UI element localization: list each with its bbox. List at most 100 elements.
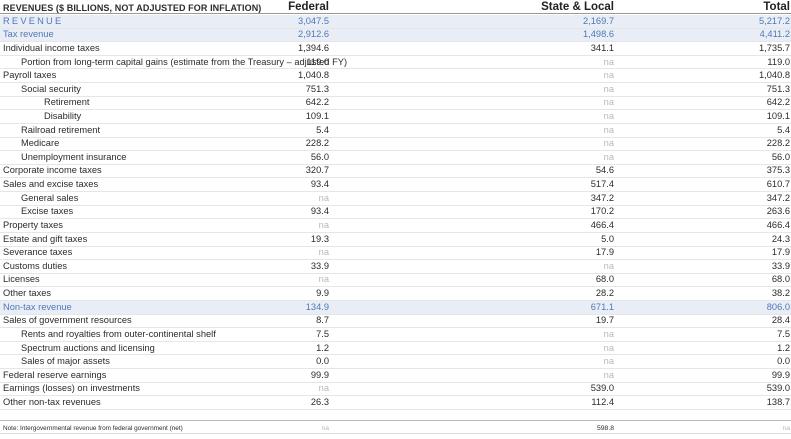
table-row: Rents and royalties from outer-continent… (0, 328, 791, 342)
state-local-cell: na (603, 328, 614, 339)
table-row: Unemployment insurance 56.0 na 56.0 (0, 151, 791, 165)
state-local-cell: 112.4 (591, 397, 614, 407)
federal-cell: 1,040.8 (297, 70, 329, 81)
total-cell: 0.0 (777, 356, 790, 367)
row-label: Estate and gift taxes (3, 233, 88, 244)
table-row: Non-tax revenue 134.9 671.1 806.0 (0, 301, 791, 315)
total-cell: 1.2 (777, 342, 790, 353)
federal-cell: na (318, 274, 329, 285)
state-local-cell: 466.4 (590, 219, 614, 230)
row-label: Medicare (21, 138, 60, 149)
total-cell: 5,217.2 (758, 15, 790, 26)
row-label: Payroll taxes (3, 70, 57, 81)
row-label: Sales of government resources (3, 315, 132, 326)
table-row: Tax revenue 2,912.6 1,498.6 4,411.2 (0, 28, 791, 43)
federal-cell: 93.4 (310, 206, 329, 217)
table-row: Individual income taxes 1,394.6 341.1 1,735… (0, 42, 791, 56)
state-local-cell: 170.2 (590, 206, 614, 217)
total-cell: 7.5 (777, 328, 790, 339)
state-local-cell: 68.0 (595, 274, 614, 285)
row-label: Railroad retirement (21, 124, 101, 135)
state-local-cell: na (603, 260, 614, 271)
federal-cell: 93.4 (310, 179, 329, 190)
table-row: Retirement 642.2 na 642.2 (0, 97, 791, 111)
state-local-cell: na (603, 369, 614, 380)
federal-cell: 134.9 (305, 301, 329, 312)
table-row: Earnings (losses) on investments na 539.0 5… (0, 383, 791, 397)
state-local-cell: 54.6 (595, 165, 614, 176)
federal-cell: 228.2 (305, 138, 329, 149)
total-column-header: Total (763, 1, 790, 13)
state-local-cell: 347.2 (590, 192, 614, 203)
table-row: Portion from long-term capital gains (es… (0, 56, 791, 70)
total-cell: 466.4 (766, 219, 790, 230)
row-label: Sales and excise taxes (3, 179, 99, 190)
federal-cell: 2,912.6 (297, 29, 329, 40)
table-row: Licenses na 68.0 68.0 (0, 274, 791, 288)
state-local-cell: 539.0 (590, 383, 614, 394)
total-cell: 1,735.7 (758, 42, 790, 53)
total-cell: 263.6 (766, 206, 790, 217)
total-cell: 5.4 (777, 124, 790, 135)
table-row: Severance taxes na 17.9 17.9 (0, 247, 791, 261)
row-label: Property taxes (3, 219, 63, 230)
note-state-local-cell: 598.8 (596, 425, 614, 432)
state-local-cell: 341.1 (590, 42, 614, 53)
row-label: Other taxes (3, 288, 52, 299)
row-label: Customs duties (3, 260, 68, 271)
row-label: Retirement (44, 97, 90, 108)
state-local-cell: 17.9 (595, 247, 614, 258)
row-label: Rents and royalties from outer-continent… (21, 328, 216, 339)
state-local-cell: na (603, 110, 614, 121)
state-local-cell: na (603, 97, 614, 108)
state-local-cell: 2,169.7 (582, 15, 614, 26)
table-row: REVENUE 3,047.5 2,169.7 5,217.2 (0, 15, 791, 29)
note-label: Note: Intergovernmental revenue from fed… (3, 425, 183, 432)
total-cell: 138.7 (766, 397, 790, 407)
total-cell: 68.0 (771, 274, 790, 285)
state-local-cell: na (603, 342, 614, 353)
total-cell: 28.4 (771, 315, 790, 326)
table-row: Sales of government resources 8.7 19.7 28.4 (0, 315, 791, 329)
total-cell: 33.9 (771, 260, 790, 271)
federal-cell: 0.0 (316, 356, 329, 367)
federal-cell: 119.0 (306, 56, 329, 67)
state-local-cell: na (603, 56, 614, 67)
note-total-cell: na (782, 425, 790, 432)
total-cell: 99.9 (771, 369, 790, 380)
federal-cell: 26.3 (310, 397, 329, 407)
total-cell: 642.2 (766, 97, 790, 108)
table-note-row: Note: Intergovernmental revenue from fed… (0, 420, 791, 434)
state-local-cell: 671.1 (590, 301, 614, 312)
row-label: Unemployment insurance (21, 151, 127, 162)
row-label: Sales of major assets (21, 356, 110, 367)
federal-column-header: Federal (288, 1, 329, 13)
table-row: Estate and gift taxes 19.3 5.0 24.3 (0, 233, 791, 247)
table-row: Disability 109.1 na 109.1 (0, 110, 791, 124)
row-label: General sales (21, 192, 79, 203)
state-local-cell: na (603, 138, 614, 149)
state-local-cell: 28.2 (595, 288, 614, 299)
state-local-column-header: State & Local (541, 1, 614, 13)
row-label: Disability (44, 110, 82, 121)
federal-cell: 99.9 (310, 369, 329, 380)
federal-cell: na (318, 192, 329, 203)
state-local-cell: 5.0 (601, 233, 614, 244)
row-label: Individual income taxes (3, 42, 100, 53)
table-caption: REVENUES ($ BILLIONS, NOT ADJUSTED FOR I… (3, 3, 262, 13)
total-cell: 17.9 (771, 247, 790, 258)
state-local-cell: na (603, 151, 614, 162)
total-cell: 347.2 (766, 192, 790, 203)
table-row: Spectrum auctions and licensing 1.2 na 1.2 (0, 342, 791, 356)
total-cell: 109.1 (766, 110, 790, 121)
federal-cell: 9.9 (316, 288, 329, 299)
table-row: Sales and excise taxes 93.4 517.4 610.7 (0, 178, 791, 193)
table-row: Sales of major assets 0.0 na 0.0 (0, 356, 791, 370)
table-row: Property taxes na 466.4 466.4 (0, 219, 791, 233)
note-federal-cell: na (321, 425, 329, 432)
federal-cell: 320.7 (305, 165, 329, 176)
state-local-cell: na (603, 124, 614, 135)
table-row: Excise taxes 93.4 170.2 263.6 (0, 206, 791, 220)
federal-cell: 109.1 (305, 110, 329, 121)
total-cell: 119.0 (767, 56, 790, 67)
